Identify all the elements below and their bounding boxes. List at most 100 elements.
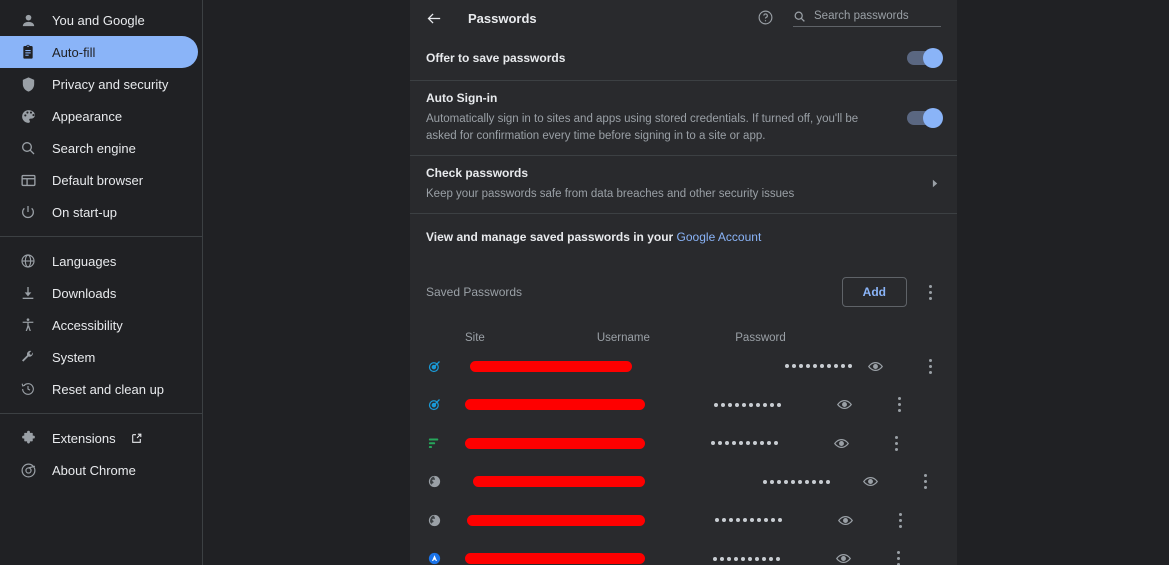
sidebar-item-appearance[interactable]: Appearance xyxy=(0,100,202,132)
download-icon xyxy=(18,283,38,303)
sidebar-item-system[interactable]: System xyxy=(0,341,202,373)
person-icon xyxy=(18,10,38,30)
main-area: Passwords Offer xyxy=(203,0,1169,565)
check-passwords-title: Check passwords xyxy=(426,166,529,180)
green-bars-icon xyxy=(426,435,442,451)
eye-icon[interactable] xyxy=(860,472,880,492)
auto-signin-description: Automatically sign in to sites and apps … xyxy=(426,113,859,142)
sidebar-item-label: Default browser xyxy=(52,172,144,188)
sidebar-item-label: Privacy and security xyxy=(52,76,169,92)
more-vert-icon[interactable] xyxy=(919,353,941,379)
passwords-card: Passwords Offer xyxy=(410,0,957,565)
redaction-bar xyxy=(465,437,645,449)
auto-signin-toggle[interactable] xyxy=(907,108,943,128)
redaction-bar xyxy=(473,476,645,488)
redaction-bar xyxy=(465,553,645,565)
auto-signin-title: Auto Sign-in xyxy=(426,91,498,105)
help-circle-icon[interactable] xyxy=(757,9,775,27)
sidebar-item-extensions[interactable]: Extensions xyxy=(0,422,202,454)
password-masked-cell xyxy=(715,518,835,523)
more-vert-icon[interactable] xyxy=(914,469,936,495)
puzzle-icon xyxy=(18,428,38,448)
power-icon xyxy=(18,202,38,222)
offer-to-save-toggle[interactable] xyxy=(907,48,943,68)
blue-target-icon xyxy=(426,358,442,374)
manage-passwords-row: View and manage saved passwords in your … xyxy=(410,214,957,244)
site-cell xyxy=(465,360,632,372)
table-body xyxy=(426,347,941,565)
site-cell xyxy=(465,437,645,449)
column-header-username: Username xyxy=(596,332,650,344)
table-row[interactable] xyxy=(426,386,941,425)
eye-icon[interactable] xyxy=(834,395,854,415)
more-vert-icon[interactable] xyxy=(889,507,911,533)
sidebar-item-reset-and-clean-up[interactable]: Reset and clean up xyxy=(0,373,202,405)
eye-icon[interactable] xyxy=(833,549,853,565)
password-masked-cell xyxy=(713,556,833,561)
eye-icon[interactable] xyxy=(831,433,851,453)
sidebar-item-label: Search engine xyxy=(52,140,136,156)
sidebar-item-search-engine[interactable]: Search engine xyxy=(0,132,202,164)
sidebar-item-downloads[interactable]: Downloads xyxy=(0,277,202,309)
arrow-back-icon[interactable] xyxy=(424,8,444,28)
site-cell xyxy=(465,476,645,488)
sidebar-item-languages[interactable]: Languages xyxy=(0,245,202,277)
sidebar-item-label: Auto-fill xyxy=(52,44,96,60)
auto-signin-section: Auto Sign-in Automatically sign in to si… xyxy=(410,81,957,156)
browser-window-icon xyxy=(18,170,38,190)
column-header-site: Site xyxy=(465,332,485,344)
saved-passwords-overflow-menu-icon[interactable] xyxy=(919,279,941,305)
site-cell xyxy=(465,553,645,565)
sidebar-item-default-browser[interactable]: Default browser xyxy=(0,164,202,196)
add-password-button[interactable]: Add xyxy=(841,277,907,307)
globe-icon xyxy=(18,251,38,271)
toggle-knob xyxy=(923,108,943,128)
check-passwords-row[interactable]: Check passwords Keep your passwords safe… xyxy=(426,156,941,213)
settings-sidebar: You and Google Auto-fill Privacy and sec… xyxy=(0,0,203,565)
table-row[interactable] xyxy=(426,347,941,386)
eye-icon[interactable] xyxy=(865,356,885,376)
sidebar-item-auto-fill[interactable]: Auto-fill xyxy=(0,36,198,68)
search-passwords-container[interactable] xyxy=(793,10,941,27)
redaction-bar xyxy=(470,360,632,372)
eye-icon[interactable] xyxy=(835,510,855,530)
redaction-bar xyxy=(465,399,645,411)
sidebar-item-about-chrome[interactable]: About Chrome xyxy=(0,454,202,486)
google-account-link[interactable]: Google Account xyxy=(677,230,762,244)
table-row[interactable] xyxy=(426,463,941,502)
row-actions xyxy=(831,430,931,456)
accessibility-icon xyxy=(18,315,38,335)
password-masked-cell xyxy=(714,402,834,407)
more-vert-icon[interactable] xyxy=(887,546,909,565)
toolbar-right xyxy=(757,0,941,36)
password-masked-cell xyxy=(711,441,831,446)
password-masked-cell xyxy=(785,364,865,369)
table-row[interactable] xyxy=(426,501,941,540)
offer-to-save-title: Offer to save passwords xyxy=(426,51,566,65)
sidebar-item-privacy-and-security[interactable]: Privacy and security xyxy=(0,68,202,100)
page-title: Passwords xyxy=(468,10,537,26)
chevron-right-icon[interactable] xyxy=(928,177,941,193)
saved-passwords-table: Site Username Password xyxy=(410,329,957,565)
chrome-icon xyxy=(18,460,38,480)
sidebar-item-label: Reset and clean up xyxy=(52,381,165,397)
grey-globe-icon xyxy=(426,512,442,528)
password-masked-cell xyxy=(763,479,860,484)
offer-to-save-row: Offer to save passwords xyxy=(426,36,943,80)
sidebar-item-label: You and Google xyxy=(52,12,145,28)
more-vert-icon[interactable] xyxy=(888,392,910,418)
search-input[interactable] xyxy=(814,10,934,22)
sidebar-item-label: Extensions xyxy=(52,430,116,446)
check-passwords-section[interactable]: Check passwords Keep your passwords safe… xyxy=(410,156,957,214)
row-actions xyxy=(833,546,933,565)
sidebar-item-you-and-google[interactable]: You and Google xyxy=(0,4,202,36)
sidebar-item-accessibility[interactable]: Accessibility xyxy=(0,309,202,341)
search-icon xyxy=(793,10,806,23)
row-actions xyxy=(835,507,935,533)
sidebar-item-on-start-up[interactable]: On start-up xyxy=(0,196,202,228)
shield-icon xyxy=(18,74,38,94)
table-row[interactable] xyxy=(426,540,941,565)
search-icon xyxy=(18,138,38,158)
table-row[interactable] xyxy=(426,424,941,463)
more-vert-icon[interactable] xyxy=(885,430,907,456)
